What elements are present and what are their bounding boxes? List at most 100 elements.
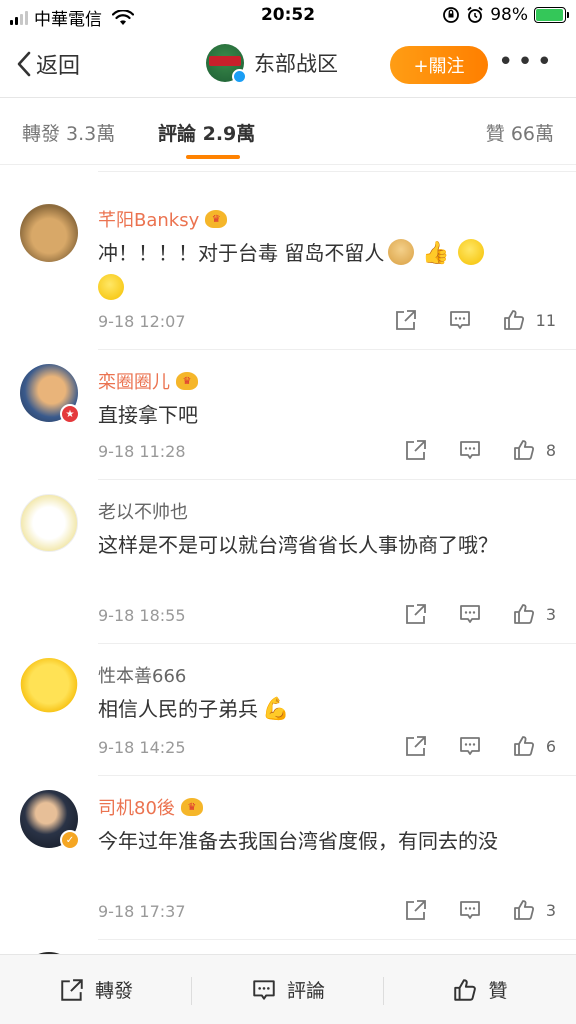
comment-actions: 6 [374,734,556,758]
repost-label: 轉發 [94,980,133,1002]
tab-reposts[interactable]: 轉發 3.3萬 [22,119,115,146]
comment-body: 相信人民的子弟兵 [98,697,258,721]
previous-comment-edge [98,166,576,172]
alarm-icon [467,6,483,23]
comment-body: 今年过年准备去我国台湾省度假，有同去的没 [98,829,498,853]
comment-time: 9-18 14:25 [98,738,186,757]
detail-tabs: 轉發 3.3萬 評論 2.9萬 贊 66萬 [0,99,576,165]
like-label: 贊 [488,980,508,1002]
comment-text: 冲！！！！对于台毒 留岛不留人 👍 [98,236,556,305]
like-count: 8 [545,440,556,460]
back-button[interactable]: 返回 [16,48,80,80]
comment-time: 9-18 18:55 [98,606,186,625]
like-count: 3 [545,900,556,920]
share-icon[interactable] [394,308,418,332]
nav-bar: 返回 东部战区 +關注 ••• [0,32,576,98]
comment-author[interactable]: 司机80後 ♛ [98,794,203,820]
comment-label: 評論 [286,980,325,1002]
comment-author[interactable]: 老以不帅也 [98,498,188,524]
comment-item: 性本善666 相信人民的子弟兵 💪 9-18 14:25 6 [0,644,576,776]
like-button[interactable]: 3 [512,898,556,922]
follow-label: +關注 [413,56,465,77]
comment-item: ✓ 司机80後 ♛ 今年过年准备去我国台湾省度假，有同去的没 9-18 17:3… [0,776,576,940]
battery-icon [534,7,569,23]
thumbs-up-emoji-icon: 👍 [422,241,450,266]
follow-button[interactable]: +關注 [390,46,488,84]
bottom-action-bar: 轉發 評論 贊 [0,954,576,1024]
smile-emoji-icon [457,239,484,265]
avatar[interactable]: ✓ [20,790,80,850]
doge-emoji-icon [388,239,415,265]
share-icon[interactable] [404,898,428,922]
flexed-arm-emoji-icon: 💪 [262,697,290,722]
comment-item: 芊阳Banksy ♛ 冲！！！！对于台毒 留岛不留人 👍 9-18 12:07 1… [0,186,576,350]
account-avatar[interactable] [206,44,247,84]
thumbs-up-icon [513,900,534,920]
smile-emoji-icon [98,274,124,300]
like-button[interactable]: 3 [512,602,556,626]
author-name[interactable]: 栾圈圈儿 [98,368,170,394]
reply-icon[interactable] [458,898,482,922]
divider [98,939,576,940]
author-name[interactable]: 性本善666 [98,662,186,688]
comment-text: 直接拿下吧 [98,398,556,432]
comment-item: ★ 栾圈圈儿 ♛ 直接拿下吧 9-18 11:28 8 [0,350,576,480]
thumbs-up-icon [513,604,534,624]
avatar[interactable]: ★ [20,364,80,424]
orientation-lock-icon [443,7,460,23]
avatar[interactable] [20,204,78,262]
comment-author[interactable]: 栾圈圈儿 ♛ [98,368,198,394]
comment-time: 9-18 12:07 [98,312,186,331]
author-name[interactable]: 老以不帅也 [98,498,188,524]
comment-text: 这样是不是可以就台湾省省长人事协商了哦？ [98,528,556,562]
vip-crown-icon: ♛ [180,798,203,816]
comment-item: 老以不帅也 这样是不是可以就台湾省省长人事协商了哦？ 9-18 18:55 3 [0,480,576,644]
author-name[interactable]: 芊阳Banksy [98,206,199,232]
vip-crown-icon: ♛ [176,372,198,390]
member-badge-icon: ★ [60,404,80,424]
reply-icon[interactable] [448,308,472,332]
like-button[interactable]: 8 [512,438,556,462]
comment-body: 冲！！！！对于台毒 留岛不留人 [98,241,385,265]
comment-actions: 8 [374,438,556,462]
like-button[interactable]: 贊 [384,955,576,1024]
like-button[interactable]: 11 [502,308,556,332]
comment-time: 9-18 17:37 [98,902,186,921]
status-right: 98% [442,5,569,25]
comment-button[interactable]: 評論 [192,955,384,1024]
author-name[interactable]: 司机80後 [98,794,175,820]
thumbs-up-icon [513,440,534,460]
comment-text: 今年过年准备去我国台湾省度假，有同去的没 [98,824,556,858]
comment-list[interactable]: 芊阳Banksy ♛ 冲！！！！对于台毒 留岛不留人 👍 9-18 12:07 1… [0,166,576,954]
like-button[interactable]: 6 [512,734,556,758]
tab-likes[interactable]: 贊 66萬 [486,119,554,146]
repost-button[interactable]: 轉發 [0,955,192,1024]
comment-actions: 11 [364,308,556,332]
like-count: 6 [545,736,556,756]
more-options-button[interactable]: ••• [498,49,556,75]
account-name[interactable]: 东部战区 [254,48,338,78]
comment-body: 这样是不是可以就台湾省省长人事协商了哦？ [98,533,498,557]
avatar[interactable] [20,658,78,716]
tab-comments[interactable]: 評論 2.9萬 [158,119,255,146]
comment-author[interactable]: 芊阳Banksy ♛ [98,206,228,232]
battery-percent: 98% [490,5,528,25]
comment-actions: 3 [374,602,556,626]
share-icon[interactable] [404,734,428,758]
thumbs-up-icon [503,310,524,330]
avatar[interactable] [20,494,78,552]
comment-author[interactable]: 性本善666 [98,662,186,688]
reply-icon[interactable] [458,602,482,626]
vip-crown-icon: ♛ [205,210,228,228]
verified-badge-icon [232,69,247,84]
share-icon[interactable] [404,602,428,626]
comment-icon [253,979,275,1000]
account-header[interactable]: 东部战区 [206,44,338,84]
share-icon[interactable] [404,438,428,462]
share-icon [61,978,83,1001]
reply-icon[interactable] [458,438,482,462]
reply-icon[interactable] [458,734,482,758]
chevron-left-icon [17,51,31,77]
like-count: 11 [535,310,556,330]
status-bar: 中華電信 20:52 98% [0,0,576,32]
